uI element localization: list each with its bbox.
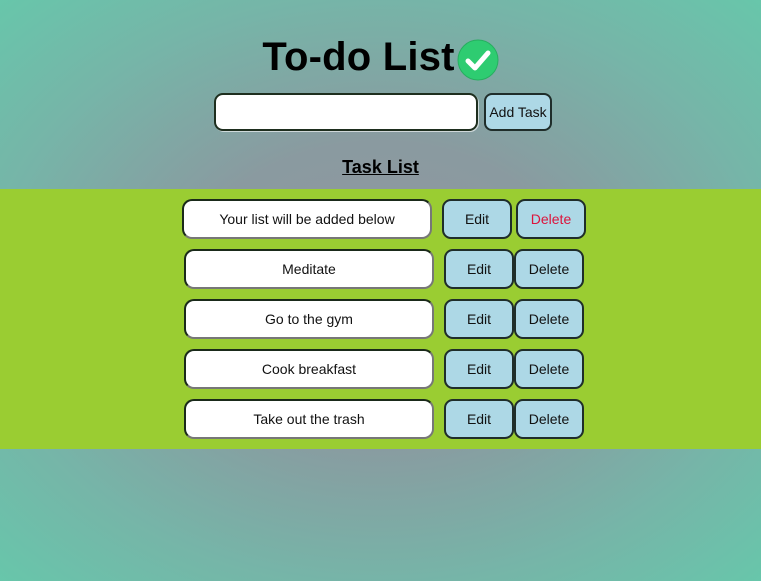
delete-button[interactable]: Delete [514, 299, 584, 339]
task-text: Your list will be added below [182, 199, 432, 239]
title-wrap: To-do List [262, 32, 499, 82]
task-text: Meditate [184, 249, 434, 289]
check-circle-icon [457, 39, 499, 81]
delete-button[interactable]: Delete [514, 399, 584, 439]
edit-button[interactable]: Edit [444, 349, 514, 389]
task-input[interactable] [214, 93, 478, 131]
edit-button[interactable]: Edit [444, 299, 514, 339]
task-text: Go to the gym [184, 299, 434, 339]
task-list-heading: Task List [342, 157, 419, 177]
task-text: Take out the trash [184, 399, 434, 439]
page-title: To-do List [262, 35, 455, 79]
app-header: To-do List [0, 32, 761, 82]
add-task-button[interactable]: Add Task [484, 93, 552, 131]
delete-button[interactable]: Delete [514, 349, 584, 389]
delete-button[interactable]: Delete [516, 199, 586, 239]
edit-button[interactable]: Edit [444, 399, 514, 439]
task-text: Cook breakfast [184, 349, 434, 389]
task-list: Your list will be added below Edit Delet… [0, 189, 761, 449]
edit-button[interactable]: Edit [442, 199, 512, 239]
edit-button[interactable]: Edit [444, 249, 514, 289]
delete-button[interactable]: Delete [514, 249, 584, 289]
